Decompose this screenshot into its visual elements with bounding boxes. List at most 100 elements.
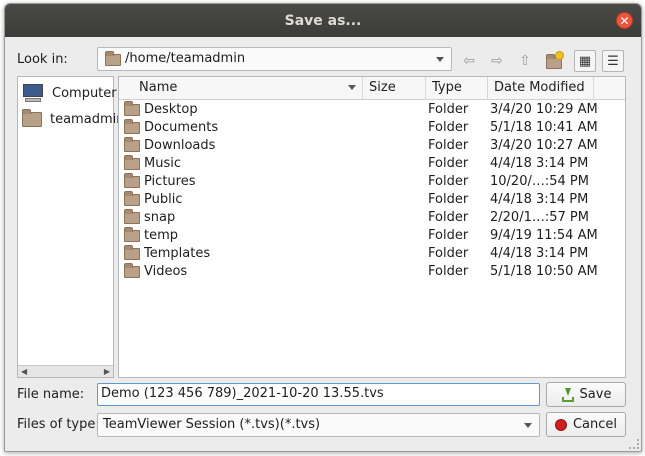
table-row[interactable]: Downloads Folder 3/4/20 10:27 AM	[119, 137, 625, 155]
forward-button[interactable]: ⇨	[486, 50, 508, 72]
save-button-label: Save	[579, 387, 612, 402]
look-in-path: /home/teamadmin	[125, 51, 246, 66]
look-in-label: Look in:	[17, 52, 68, 67]
cancel-button[interactable]: Cancel	[546, 412, 626, 437]
file-date-cell: 3/4/20 10:29 AM	[490, 102, 598, 117]
file-date-cell: 4/4/18 3:14 PM	[490, 246, 589, 261]
file-date-cell: 3/4/20 10:27 AM	[490, 138, 598, 153]
look-in-combo[interactable]: /home/teamadmin	[97, 47, 452, 71]
scroll-left-icon: ◀	[21, 367, 28, 376]
create-new-folder-button[interactable]	[543, 50, 565, 72]
list-view-icon: ▦	[578, 53, 592, 69]
folder-icon	[124, 119, 140, 134]
file-name-cell: Desktop	[144, 102, 198, 117]
file-date-cell: 4/4/18 3:14 PM	[490, 156, 589, 171]
sidebar-item-teamadmin[interactable]: teamadmin	[22, 107, 124, 131]
table-row[interactable]: Public Folder 4/4/18 3:14 PM	[119, 191, 625, 209]
file-name-cell: Videos	[144, 264, 188, 279]
table-row[interactable]: snap Folder 2/20/1…:57 PM	[119, 209, 625, 227]
folder-icon	[124, 263, 140, 278]
file-type-cell: Folder	[428, 138, 469, 153]
file-date-cell: 10/20/…:54 PM	[490, 174, 589, 189]
file-type-cell: Folder	[428, 228, 469, 243]
cancel-icon	[554, 418, 567, 431]
file-type-cell: Folder	[428, 264, 469, 279]
column-header-type[interactable]: Type	[426, 77, 488, 99]
folder-icon	[124, 227, 140, 242]
new-folder-icon	[546, 50, 564, 69]
close-icon: ✕	[619, 14, 630, 28]
title-bar: Save as... ✕	[5, 4, 641, 37]
file-type-value: TeamViewer Session (*.tvs)(*.tvs)	[103, 417, 321, 432]
file-date-cell: 2/20/1…:57 PM	[490, 210, 589, 225]
file-name-cell: Documents	[144, 120, 219, 135]
chevron-down-icon	[436, 57, 444, 62]
folder-icon	[124, 191, 140, 206]
folder-icon	[124, 245, 140, 260]
list-view-button[interactable]: ▦	[574, 50, 596, 72]
folder-icon	[124, 155, 140, 170]
file-list: Name Size Type Date Modified Desktop Fol…	[118, 76, 626, 378]
detail-view-icon: ☰	[607, 53, 619, 69]
forward-arrow-icon: ⇨	[491, 53, 503, 69]
window-title: Save as...	[284, 12, 362, 29]
table-row[interactable]: Desktop Folder 3/4/20 10:29 AM	[119, 101, 625, 119]
file-date-cell: 5/1/18 10:50 AM	[490, 264, 598, 279]
column-header-size[interactable]: Size	[363, 77, 426, 99]
chevron-down-icon	[524, 423, 532, 428]
file-type-cell: Folder	[428, 120, 469, 135]
folder-icon	[105, 51, 121, 66]
sidebar-item-label: teamadmin	[50, 111, 125, 127]
back-arrow-icon: ⇦	[463, 53, 475, 69]
sidebar-item-label: Computer	[52, 85, 117, 101]
scroll-right-icon: ▶	[103, 367, 110, 376]
resize-grip-icon[interactable]	[629, 439, 639, 449]
close-button[interactable]: ✕	[616, 12, 633, 29]
file-name-cell: Downloads	[144, 138, 216, 153]
up-folder-icon: ⇧	[519, 53, 531, 69]
folder-icon	[124, 101, 140, 116]
file-type-cell: Folder	[428, 156, 469, 171]
save-as-dialog: Save as... ✕ Look in: /home/teamadmin ⇦ …	[4, 3, 642, 452]
computer-icon	[22, 84, 44, 102]
column-header-date-modified[interactable]: Date Modified	[488, 77, 594, 99]
file-type-cell: Folder	[428, 210, 469, 225]
save-button[interactable]: Save	[546, 382, 626, 407]
save-icon	[561, 387, 575, 402]
sort-descending-icon	[348, 85, 356, 90]
folder-icon	[124, 173, 140, 188]
detail-view-button[interactable]: ☰	[602, 50, 624, 72]
file-name-cell: Public	[144, 192, 183, 207]
table-row[interactable]: temp Folder 9/4/19 11:54 AM	[119, 227, 625, 245]
file-list-header: Name Size Type Date Modified	[119, 77, 625, 100]
file-name-value: Demo (123 456 789)_2021-10-20 13.55.tvs	[101, 386, 384, 401]
table-row[interactable]: Music Folder 4/4/18 3:14 PM	[119, 155, 625, 173]
places-sidebar: Computer teamadmin ◀ ▶	[17, 76, 124, 378]
file-type-label: Files of type:	[17, 417, 100, 432]
file-type-select[interactable]: TeamViewer Session (*.tvs)(*.tvs)	[97, 413, 540, 437]
file-name-input[interactable]: Demo (123 456 789)_2021-10-20 13.55.tvs	[97, 383, 540, 406]
column-header-name[interactable]: Name	[119, 77, 363, 99]
file-name-cell: temp	[144, 228, 179, 243]
parent-directory-button[interactable]: ⇧	[514, 50, 536, 72]
file-date-cell: 5/1/18 10:41 AM	[490, 120, 598, 135]
back-button[interactable]: ⇦	[458, 50, 480, 72]
file-type-cell: Folder	[428, 102, 469, 117]
table-row[interactable]: Documents Folder 5/1/18 10:41 AM	[119, 119, 625, 137]
file-type-cell: Folder	[428, 174, 469, 189]
folder-icon	[22, 108, 42, 127]
folder-icon	[124, 137, 140, 152]
file-name-label: File name:	[17, 387, 85, 402]
table-row[interactable]: Pictures Folder 10/20/…:54 PM	[119, 173, 625, 191]
file-name-cell: Music	[144, 156, 181, 171]
file-type-cell: Folder	[428, 192, 469, 207]
file-date-cell: 9/4/19 11:54 AM	[490, 228, 598, 243]
sidebar-item-computer[interactable]: Computer	[22, 81, 117, 105]
file-name-cell: Pictures	[144, 174, 196, 189]
file-name-cell: Templates	[144, 246, 211, 261]
folder-icon	[124, 209, 140, 224]
table-row[interactable]: Templates Folder 4/4/18 3:14 PM	[119, 245, 625, 263]
sidebar-horizontal-scrollbar[interactable]: ◀ ▶	[18, 365, 113, 377]
file-date-cell: 4/4/18 3:14 PM	[490, 192, 589, 207]
table-row[interactable]: Videos Folder 5/1/18 10:50 AM	[119, 263, 625, 281]
